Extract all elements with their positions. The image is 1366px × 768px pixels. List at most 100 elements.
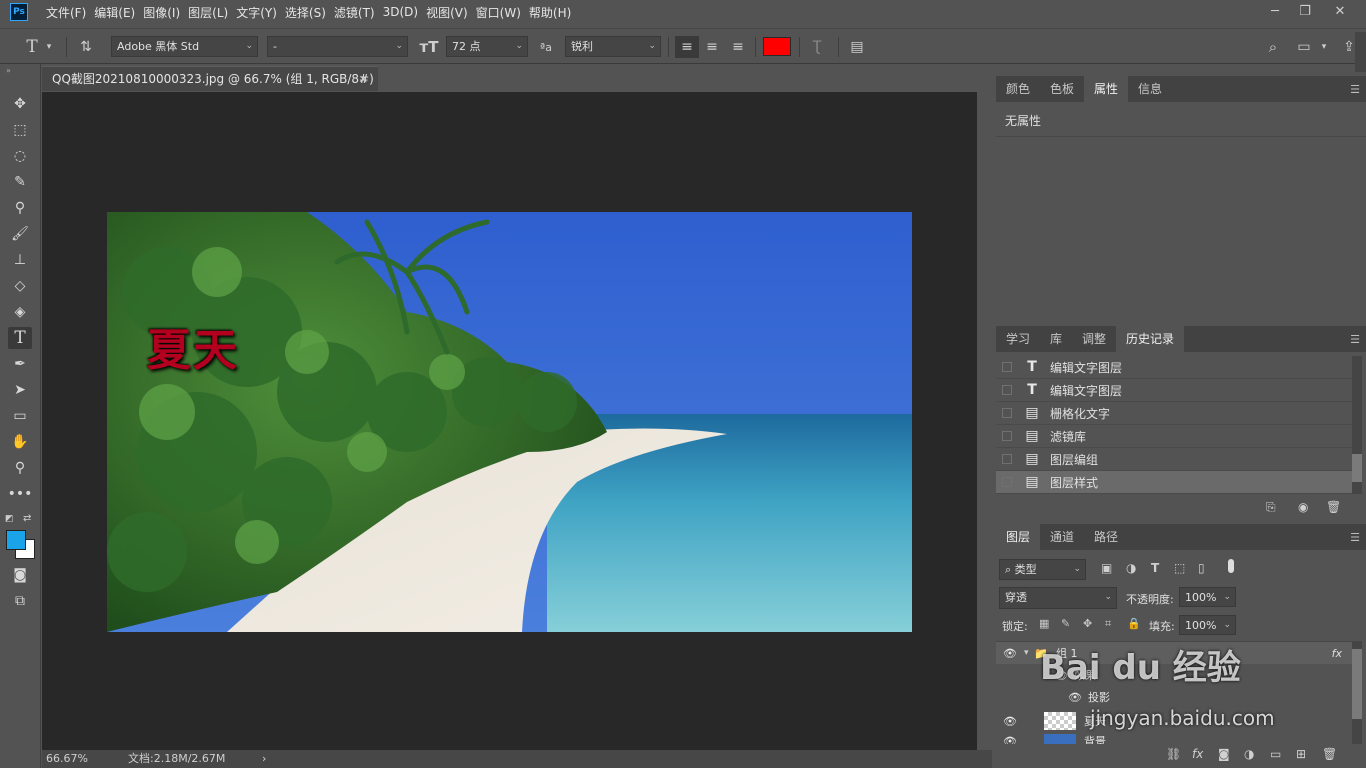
character-panel-icon[interactable]: ▤ xyxy=(846,36,868,58)
lock-position-icon[interactable]: ✥ xyxy=(1083,617,1092,630)
history-checkbox[interactable] xyxy=(1002,431,1012,441)
lock-all-icon[interactable]: 🔒 xyxy=(1127,617,1141,630)
menu-help[interactable]: 帮助(H) xyxy=(529,4,579,21)
more-tools-icon[interactable]: ••• xyxy=(8,483,33,505)
new-layer-icon[interactable]: ⊞ xyxy=(1296,747,1306,761)
adjustment-layer-icon[interactable]: ◑ xyxy=(1244,747,1254,761)
menu-edit[interactable]: 编辑(E) xyxy=(94,4,143,21)
zoom-level[interactable]: 66.67% xyxy=(46,750,88,768)
align-center-icon[interactable]: ≡ xyxy=(701,36,723,58)
panel-menu-icon[interactable]: ☰ xyxy=(1350,333,1360,346)
tab-learn[interactable]: 学习 xyxy=(996,326,1040,352)
restore-icon[interactable]: ❐ xyxy=(1290,0,1320,22)
eye-icon[interactable]: 👁 xyxy=(996,715,1024,728)
layers-scroll-thumb[interactable] xyxy=(1352,649,1362,719)
tab-channels[interactable]: 通道 xyxy=(1040,524,1084,550)
delete-icon[interactable]: 🗑 xyxy=(1326,500,1341,514)
link-layers-icon[interactable]: ⛓ xyxy=(1166,747,1181,761)
layer-filter-select[interactable]: ⌕ 类型 ⌄ xyxy=(999,559,1086,580)
font-family-select[interactable]: Adobe 黑体 Std ⌄ xyxy=(111,36,258,57)
tab-layers[interactable]: 图层 xyxy=(996,524,1041,550)
tab-info[interactable]: 信息 xyxy=(1128,76,1172,102)
history-item[interactable]: T 编辑文字图层 xyxy=(996,379,1352,402)
history-item[interactable]: T 编辑文字图层 xyxy=(996,356,1352,379)
rectangle-tool-icon[interactable]: ▭ xyxy=(8,405,32,427)
add-style-icon[interactable]: fx xyxy=(1192,747,1203,761)
new-group-icon[interactable]: ▭ xyxy=(1270,747,1281,761)
menu-type[interactable]: 文字(Y) xyxy=(236,4,285,21)
filter-adjustment-icon[interactable]: ◑ xyxy=(1126,561,1136,575)
workspace-icon[interactable]: ▭ xyxy=(1293,36,1315,58)
filter-pixel-icon[interactable]: ▣ xyxy=(1101,561,1112,575)
filter-toggle[interactable] xyxy=(1228,559,1234,573)
type-tool-icon[interactable]: T xyxy=(8,327,32,349)
history-item[interactable]: ▤ 图层编组 xyxy=(996,448,1352,471)
tab-paths[interactable]: 路径 xyxy=(1084,524,1128,550)
quick-mask-icon[interactable]: ◙ xyxy=(8,564,32,586)
menu-layer[interactable]: 图层(L) xyxy=(188,4,236,21)
close-icon[interactable]: ✕ xyxy=(1325,0,1355,22)
expand-chevron-icon[interactable]: ▾ xyxy=(1024,648,1034,658)
opacity-input[interactable]: 100% ⌄ xyxy=(1179,587,1236,607)
history-checkbox[interactable] xyxy=(1002,477,1012,487)
canvas-area[interactable]: 夏天 xyxy=(42,92,977,750)
drop-shadow-row[interactable]: 👁 投影 xyxy=(996,686,1352,708)
lock-image-icon[interactable]: ✎ xyxy=(1061,617,1070,630)
history-scroll-thumb[interactable] xyxy=(1352,454,1362,482)
filter-smart-object-icon[interactable]: ▯ xyxy=(1198,561,1205,575)
eye-icon[interactable]: 👁 xyxy=(996,647,1024,660)
history-item-selected[interactable]: ▤ 图层样式 xyxy=(996,471,1352,494)
foreground-color-swatch[interactable] xyxy=(6,530,26,550)
search-icon[interactable]: ⌕ xyxy=(1262,36,1284,58)
delete-layer-icon[interactable]: 🗑 xyxy=(1322,747,1337,761)
summer-text-layer[interactable]: 夏天 xyxy=(147,314,239,378)
tab-libraries[interactable]: 库 xyxy=(1040,326,1072,352)
history-item[interactable]: ▤ 滤镜库 xyxy=(996,425,1352,448)
minimize-icon[interactable]: ─ xyxy=(1260,0,1290,22)
eye-icon[interactable]: 👁 xyxy=(1068,691,1082,704)
swap-colors-icon[interactable]: ⇄ xyxy=(23,513,31,524)
blend-mode-select[interactable]: 穿透 ⌄ xyxy=(999,587,1117,609)
menu-select[interactable]: 选择(S) xyxy=(285,4,334,21)
screen-mode-icon[interactable]: ⧉ xyxy=(8,590,32,612)
menu-file[interactable]: 文件(F) xyxy=(46,4,94,21)
font-style-select[interactable]: - ⌄ xyxy=(267,36,408,57)
history-checkbox[interactable] xyxy=(1002,454,1012,464)
history-scrollbar[interactable] xyxy=(1352,356,1362,494)
fx-badge[interactable]: fx xyxy=(1332,647,1342,660)
eraser-tool-icon[interactable]: ◇ xyxy=(8,275,32,297)
menu-filter[interactable]: 滤镜(T) xyxy=(334,4,383,21)
history-checkbox[interactable] xyxy=(1002,385,1012,395)
tab-adjustments[interactable]: 调整 xyxy=(1072,326,1116,352)
menu-window[interactable]: 窗口(W) xyxy=(476,4,529,21)
collapse-icon[interactable]: » xyxy=(6,66,11,75)
tab-properties[interactable]: 属性 xyxy=(1084,76,1129,102)
filter-shape-icon[interactable]: ⬚ xyxy=(1174,561,1185,575)
path-select-tool-icon[interactable]: ➤ xyxy=(8,379,32,401)
panel-menu-icon[interactable]: ☰ xyxy=(1350,531,1360,544)
warp-text-icon[interactable]: Ʈ xyxy=(806,36,828,58)
align-left-icon[interactable]: ≡ xyxy=(675,36,699,58)
pen-tool-icon[interactable]: ✒ xyxy=(8,353,32,375)
brush-tool-icon[interactable]: 🖌 xyxy=(8,223,32,245)
lock-transparent-icon[interactable]: ▦ xyxy=(1039,617,1049,630)
type-tool-icon[interactable]: T xyxy=(22,36,42,58)
new-document-from-state-icon[interactable]: ⎘ xyxy=(1266,500,1276,515)
status-expand-icon[interactable]: › xyxy=(262,750,266,768)
move-tool-icon[interactable]: ✥ xyxy=(8,93,32,115)
font-size-select[interactable]: 72 点 ⌄ xyxy=(446,36,528,57)
panel-menu-icon[interactable]: ☰ xyxy=(1350,83,1360,96)
text-orientation-icon[interactable]: ⇅ xyxy=(76,36,96,58)
marquee-tool-icon[interactable]: ⬚ xyxy=(8,119,32,141)
close-tab-icon[interactable]: ✕ xyxy=(359,67,368,92)
text-color-swatch[interactable] xyxy=(763,37,791,56)
fill-input[interactable]: 100% ⌄ xyxy=(1179,615,1236,635)
antialias-select[interactable]: 锐利 ⌄ xyxy=(565,36,661,57)
menu-view[interactable]: 视图(V) xyxy=(426,4,476,21)
hand-tool-icon[interactable]: ✋ xyxy=(8,431,32,453)
document-tab[interactable]: QQ截图20210810000323.jpg @ 66.7% (组 1, RGB… xyxy=(42,66,378,111)
stamp-tool-icon[interactable]: ⊥ xyxy=(8,249,32,271)
paint-bucket-tool-icon[interactable]: ◈ xyxy=(8,301,32,323)
layers-scrollbar[interactable] xyxy=(1352,641,1362,744)
lasso-tool-icon[interactable]: ◌ xyxy=(8,145,32,167)
